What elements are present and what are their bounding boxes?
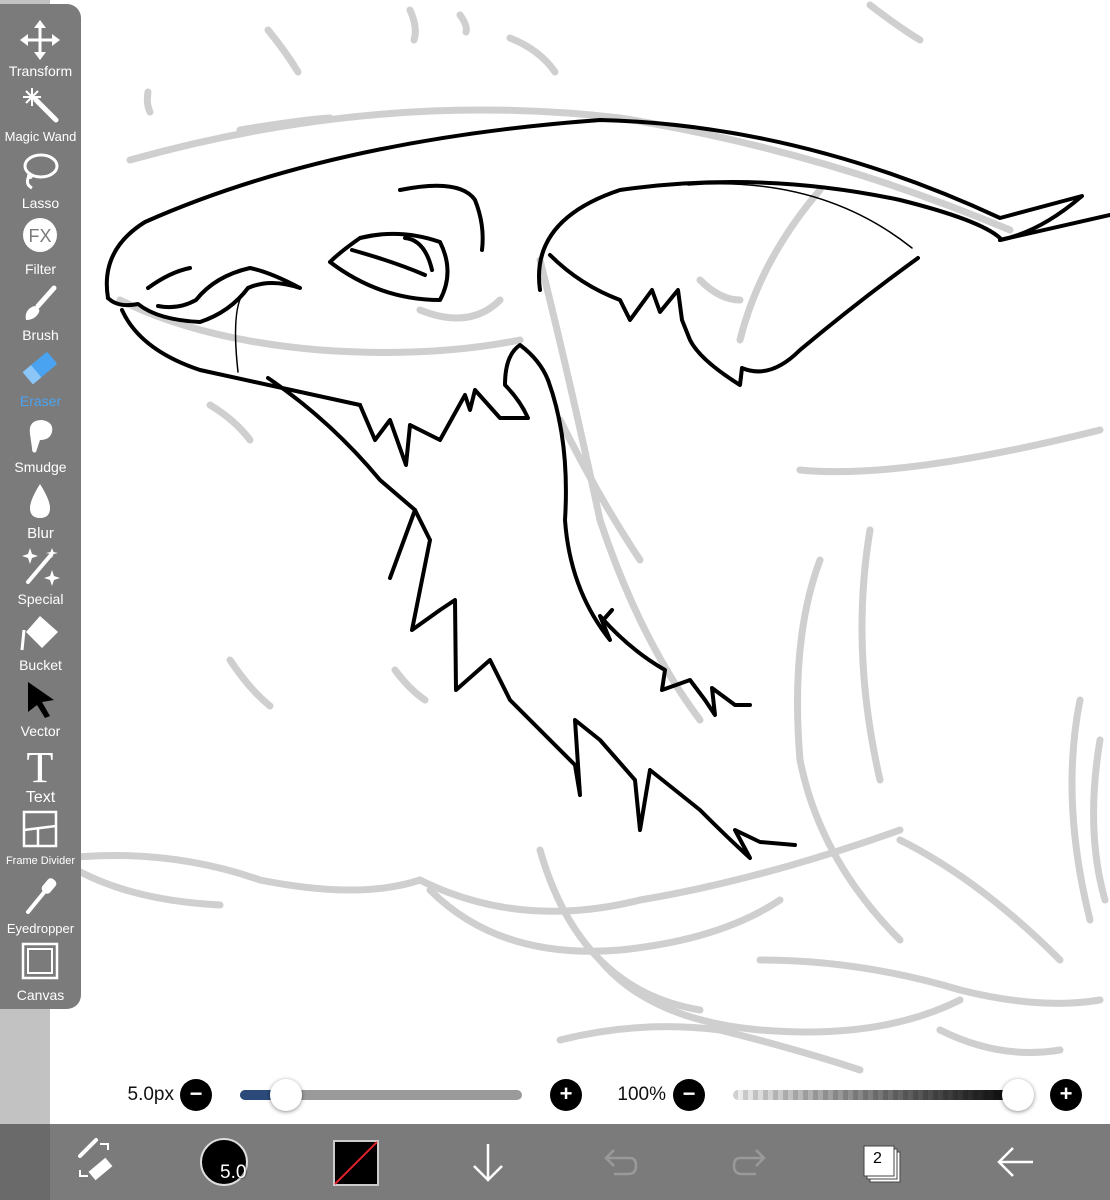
tool-label: Smudge: [14, 459, 67, 475]
tool-frame-divider[interactable]: Frame Divider: [0, 810, 81, 876]
opacity-increase-button[interactable]: +: [1050, 1079, 1082, 1111]
tool-bucket[interactable]: Bucket: [0, 612, 81, 678]
smudge-icon: [29, 420, 53, 453]
layer-count: 2: [873, 1150, 882, 1167]
drawing-canvas[interactable]: [0, 0, 1110, 1124]
sketch-layer: [46, 1, 1109, 1074]
tool-label: Transform: [8, 63, 73, 79]
size-increase-button[interactable]: +: [550, 1079, 582, 1111]
opacity-decrease-button[interactable]: −: [673, 1079, 705, 1111]
frame-divider-icon: [22, 810, 58, 848]
tool-label: Special: [17, 591, 64, 607]
tool-special[interactable]: Special: [0, 546, 81, 612]
transform-icon: [20, 20, 60, 60]
tool-label: Eyedropper: [6, 921, 75, 936]
tool-label: Brush: [22, 327, 59, 343]
tool-brush[interactable]: Brush: [0, 282, 81, 348]
tool-lasso[interactable]: Lasso: [0, 150, 81, 216]
brush-sliders: 5.0px − + 100% − +: [0, 1070, 1110, 1120]
tool-filter[interactable]: FX Filter: [0, 216, 81, 282]
tool-vector[interactable]: Vector: [0, 678, 81, 744]
tool-canvas[interactable]: Canvas: [0, 942, 81, 1008]
bucket-icon: [20, 616, 58, 651]
opacity-slider-track[interactable]: [733, 1090, 1023, 1100]
tool-label: Filter: [24, 261, 57, 277]
tool-eyedropper[interactable]: Eyedropper: [0, 876, 81, 942]
tool-magic-wand[interactable]: Magic Wand: [0, 84, 81, 150]
canvas-artwork: [46, 1, 1110, 1074]
swap-brush-eraser-icon[interactable]: [70, 1124, 120, 1200]
back-arrow-icon[interactable]: [993, 1124, 1037, 1200]
lineart-layer: [104, 118, 1110, 860]
tool-label: Eraser: [19, 393, 62, 409]
svg-text:T: T: [27, 744, 54, 788]
tool-label: Vector: [20, 723, 61, 739]
lasso-icon: [23, 153, 59, 190]
eraser-icon: [22, 352, 57, 385]
move-down-icon[interactable]: [466, 1124, 510, 1200]
layers-icon: [863, 1145, 901, 1183]
tool-label: Frame Divider: [5, 855, 76, 867]
opacity-value: 100%: [617, 1084, 666, 1105]
vector-arrow-icon: [28, 682, 54, 718]
magic-wand-icon: [23, 88, 59, 123]
brush-size-badge: 5.0: [220, 1162, 247, 1183]
tool-label: Lasso: [21, 195, 60, 211]
tool-label: Canvas: [16, 987, 65, 1003]
brush-size-button[interactable]: 5.0: [200, 1138, 248, 1186]
tool-blur[interactable]: Blur: [0, 480, 81, 546]
tool-label: Bucket: [19, 657, 62, 673]
tool-text[interactable]: T Text: [0, 744, 81, 810]
size-decrease-button[interactable]: −: [180, 1079, 212, 1111]
tool-label: Magic Wand: [4, 129, 77, 144]
brush-icon: [25, 285, 57, 320]
svg-text:FX: FX: [28, 226, 51, 246]
eyedropper-icon: [26, 878, 57, 914]
fx-filter-icon: FX: [23, 218, 57, 252]
size-slider-thumb[interactable]: [270, 1079, 302, 1111]
tool-label: Blur: [27, 525, 54, 542]
undo-icon[interactable]: [600, 1124, 640, 1200]
tool-label: Text: [25, 789, 56, 806]
text-icon: T: [27, 744, 54, 788]
opacity-slider-thumb[interactable]: [1002, 1079, 1034, 1111]
tool-smudge[interactable]: Smudge: [0, 414, 81, 480]
canvas-icon: [21, 942, 59, 980]
tool-eraser[interactable]: Eraser: [0, 348, 81, 414]
bottom-toolbar: 5.0 2: [0, 1124, 1110, 1200]
layers-button[interactable]: 2: [862, 1144, 902, 1184]
tool-palette: Transform Magic Wand Lasso FX Filter Bru…: [0, 4, 81, 1009]
special-sparkle-icon: [22, 548, 60, 586]
redo-icon[interactable]: [730, 1124, 770, 1200]
transparent-color-icon[interactable]: [333, 1140, 379, 1186]
bottom-bar-left-block: [0, 1124, 50, 1200]
blur-drop-icon: [30, 484, 50, 518]
brush-size-value: 5.0px: [127, 1084, 174, 1105]
tool-transform[interactable]: Transform: [0, 18, 81, 84]
